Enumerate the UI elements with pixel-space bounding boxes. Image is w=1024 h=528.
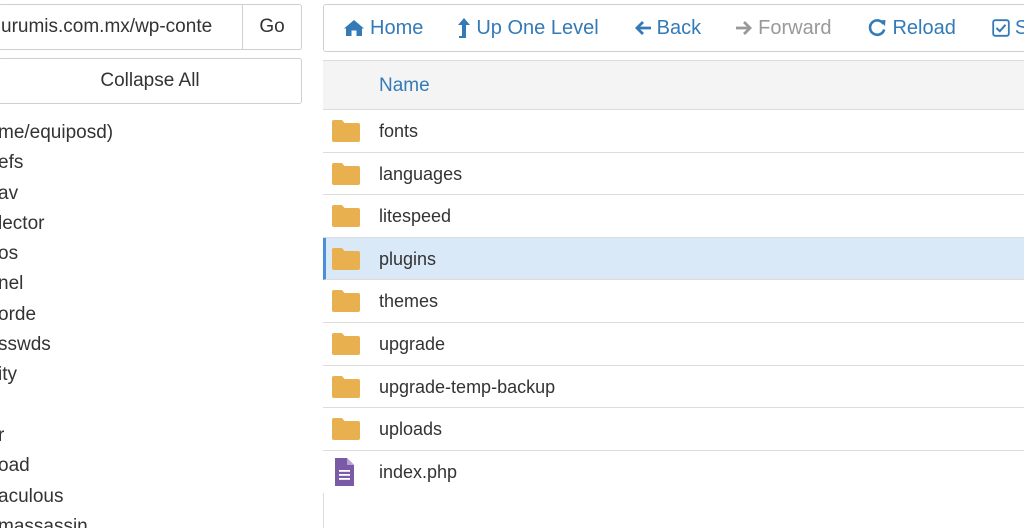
file-name: uploads: [379, 419, 443, 440]
tree-item[interactable]: massassin: [0, 512, 310, 528]
collapse-all-button[interactable]: Collapse All: [0, 58, 302, 104]
table-row-selected[interactable]: plugins: [323, 237, 1024, 281]
arrow-right-icon: [736, 21, 753, 35]
table-row[interactable]: languages: [323, 152, 1024, 196]
folder-icon: [332, 375, 360, 398]
folder-icon: [332, 205, 360, 228]
folder-icon: [332, 120, 360, 142]
tree-item[interactable]: r: [0, 421, 310, 451]
tree-item[interactable]: orde: [0, 300, 310, 330]
table-row[interactable]: fonts: [323, 110, 1024, 153]
file-name: plugins: [379, 248, 437, 269]
table-row[interactable]: upgrade-temp-backup: [323, 365, 1024, 409]
tree-item[interactable]: lector: [0, 209, 310, 239]
table-row[interactable]: themes: [323, 280, 1024, 323]
folder-icon: [332, 418, 360, 441]
refresh-icon: [869, 19, 886, 37]
table-header: Name: [323, 61, 1024, 110]
back-label: Back: [656, 16, 702, 39]
table-row[interactable]: upgrade: [323, 322, 1024, 366]
table-row[interactable]: index.php: [323, 450, 1024, 494]
file-name: index.php: [379, 461, 458, 482]
folder-icon: [332, 162, 360, 185]
tree-item[interactable]: me/equiposd): [0, 118, 310, 148]
home-label: Home: [370, 16, 424, 39]
navigation-toolbar: Home Up One Level Back Forward Reload Se: [323, 4, 1024, 52]
home-icon: [344, 20, 364, 36]
tree-item[interactable]: sswds: [0, 330, 310, 360]
tree-item[interactable]: av: [0, 179, 310, 209]
tree-item[interactable]: oad: [0, 451, 310, 481]
tree-item[interactable]: nel: [0, 269, 310, 299]
file-name: upgrade-temp-backup: [379, 376, 556, 397]
tree-item[interactable]: efs: [0, 148, 310, 178]
file-name: litespeed: [379, 206, 452, 227]
folder-icon: [332, 290, 360, 313]
select-all-label: Se: [1014, 16, 1024, 39]
name-column-header[interactable]: Name: [379, 61, 430, 110]
back-button[interactable]: Back: [634, 5, 701, 51]
file-name: themes: [379, 291, 439, 312]
tree-item[interactable]: aculous: [0, 482, 310, 512]
folder-icon: [332, 247, 360, 270]
up-one-level-label: Up One Level: [476, 16, 599, 39]
checkbox-icon: [992, 19, 1010, 37]
file-name: languages: [379, 163, 463, 184]
forward-label: Forward: [758, 16, 832, 39]
tree-item[interactable]: ity: [0, 360, 310, 390]
reload-label: Reload: [892, 16, 956, 39]
path-input[interactable]: urumis.com.mx/wp-conte: [0, 4, 243, 50]
arrow-left-icon: [634, 21, 651, 35]
file-table: Name fonts languages litespeed plugins t…: [323, 60, 1024, 494]
reload-button[interactable]: Reload: [867, 5, 956, 51]
tree-item[interactable]: [0, 391, 310, 421]
table-row[interactable]: litespeed: [323, 195, 1024, 238]
level-up-icon: [458, 18, 471, 38]
tree-item[interactable]: os: [0, 239, 310, 269]
file-name: upgrade: [379, 333, 446, 354]
forward-button[interactable]: Forward: [735, 5, 831, 51]
folder-icon: [332, 332, 360, 355]
file-name: fonts: [379, 121, 419, 141]
go-button[interactable]: Go: [242, 4, 302, 50]
php-file-icon: [335, 457, 354, 486]
up-one-level-button[interactable]: Up One Level: [457, 5, 599, 51]
table-row[interactable]: uploads: [323, 408, 1024, 451]
home-button[interactable]: Home: [343, 5, 423, 51]
select-all-button[interactable]: Se: [992, 5, 1024, 51]
directory-tree: me/equiposd) efs av lector os nel orde s…: [0, 118, 310, 528]
